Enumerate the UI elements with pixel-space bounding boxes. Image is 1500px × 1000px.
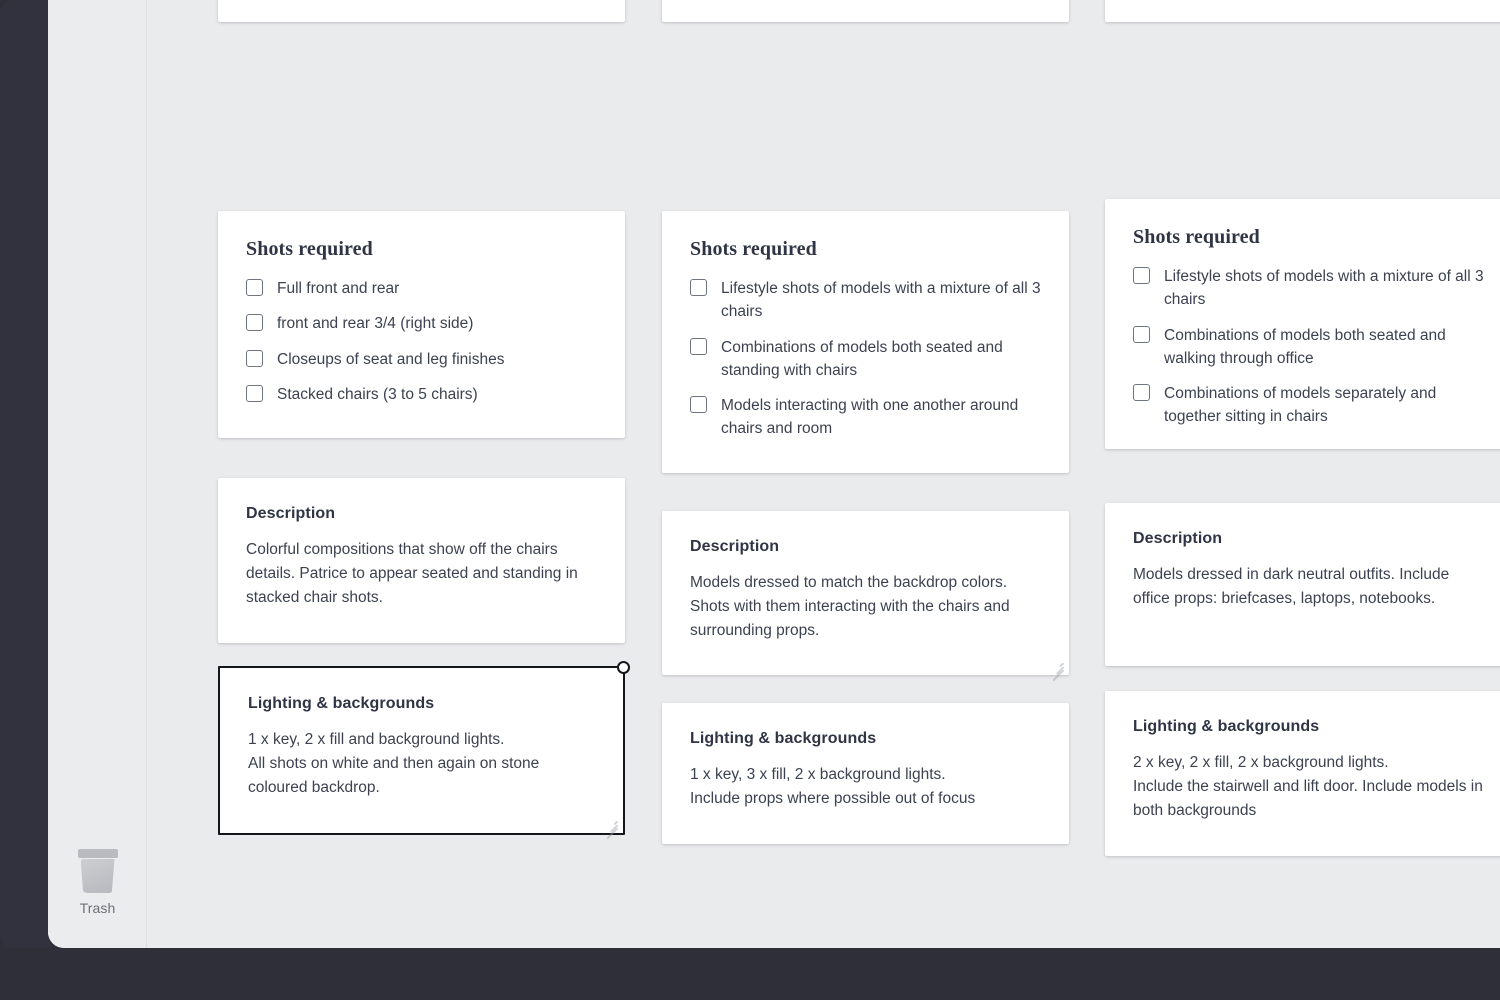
description-card[interactable]: Description Models dressed to match the … [662,511,1069,681]
checklist-item-label: Full front and rear [277,280,400,297]
checklist-item[interactable]: front and rear 3/4 (right side) [246,312,597,335]
app-window: Trash Shots required Full front and rear… [0,0,1500,948]
card-title: Shots required [1133,226,1260,248]
shots-checklist: Lifestyle shots of models with a mixture… [690,277,1041,441]
shots-required-card[interactable]: Shots required Lifestyle shots of models… [1105,199,1500,449]
card-title: Shots required [690,238,817,260]
checkbox[interactable] [690,396,707,413]
shots-checklist: Full front and rear front and rear 3/4 (… [246,277,597,406]
checklist-item[interactable]: Lifestyle shots of models with a mixture… [690,277,1041,324]
checklist-item-label: Lifestyle shots of models with a mixture… [721,280,1041,321]
card-title: Description [246,505,336,522]
checklist-item[interactable]: Models interacting with one another arou… [690,394,1041,441]
lighting-text: 1 x key, 3 x fill, 2 x background lights… [690,766,976,808]
thumbnail-caption: Moda Chair [662,0,1069,22]
thumbnail-card[interactable]: Pastel Red Room [1105,0,1500,22]
card-title: Description [690,538,780,555]
checklist-item[interactable]: Combinations of models both seated and w… [1133,324,1484,371]
checklist-item[interactable]: Combinations of models separately and to… [1133,382,1484,429]
checklist-item-label: Combinations of models both seated and s… [721,338,1003,379]
thumbnail-caption: Crown Chair [218,0,625,22]
checklist-item-label: Stacked chairs (3 to 5 chairs) [277,385,478,403]
checklist-item-label: Models interacting with one another arou… [721,397,1019,438]
lighting-backgrounds-card[interactable]: Lighting & backgrounds 2 x key, 2 x fill… [1105,691,1500,856]
thumbnail-caption: Pastel Red Room [1105,0,1500,22]
checkbox[interactable] [1133,267,1150,284]
card-title: Description [1133,530,1223,547]
resize-grip-icon[interactable] [604,815,618,839]
board-canvas[interactable]: Crown Chair Shots required Full front an… [148,0,1500,948]
shots-required-card[interactable]: Shots required Lifestyle shots of models… [662,211,1069,473]
checkbox[interactable] [246,314,263,332]
checklist-item[interactable]: Combinations of models both seated and s… [690,336,1041,383]
checklist-item[interactable]: Lifestyle shots of models with a mixture… [1133,265,1484,312]
checklist-item-label: Combinations of models both seated and w… [1164,326,1446,367]
thumbnail-card[interactable]: Crown Chair [218,0,625,22]
checklist-item[interactable]: Stacked chairs (3 to 5 chairs) [246,383,597,406]
checklist-item-label: front and rear 3/4 (right side) [277,315,474,333]
checklist-item[interactable]: Full front and rear [246,277,597,300]
card-title: Lighting & backgrounds [248,695,435,712]
shots-checklist: Lifestyle shots of models with a mixture… [1133,265,1484,429]
shots-required-card[interactable]: Shots required Full front and rear front… [218,211,625,438]
window-body: Trash Shots required Full front and rear… [48,0,1500,948]
left-sidebar: Trash [48,0,147,948]
selection-handle-top-right[interactable] [617,661,630,674]
checkbox[interactable] [246,384,263,402]
description-card[interactable]: Description Colorful compositions that s… [218,478,625,643]
checkbox[interactable] [246,279,263,296]
description-text: Models dressed in dark neutral outfits. … [1133,566,1450,608]
checkbox[interactable] [246,349,263,367]
checkbox[interactable] [690,337,707,355]
thumbnail-card[interactable]: Moda Chair [662,0,1069,22]
checklist-item[interactable]: Closeups of seat and leg finishes [246,348,597,371]
trash-icon [77,849,119,893]
checklist-item-label: Closeups of seat and leg finishes [277,350,505,368]
description-text: Colorful compositions that show off the … [246,541,578,607]
window-left-rail [0,0,50,948]
lighting-backgrounds-card[interactable]: Lighting & backgrounds 1 x key, 2 x fill… [218,661,630,839]
card-title: Lighting & backgrounds [1133,718,1320,735]
card-title: Shots required [246,238,373,260]
checkbox[interactable] [1133,384,1150,401]
checkbox[interactable] [690,279,707,296]
checklist-item-label: Combinations of models separately and to… [1164,385,1437,426]
description-text: Models dressed to match the backdrop col… [690,574,1010,640]
resize-grip-icon[interactable] [1050,657,1064,681]
lighting-backgrounds-card[interactable]: Lighting & backgrounds 1 x key, 3 x fill… [662,703,1069,844]
trash-label: Trash [79,900,116,916]
card-title: Lighting & backgrounds [690,730,877,747]
trash-button[interactable]: Trash [48,849,147,916]
lighting-text: 2 x key, 2 x fill, 2 x background lights… [1133,754,1483,820]
checklist-item-label: Lifestyle shots of models with a mixture… [1164,268,1484,309]
description-card[interactable]: Description Models dressed in dark neutr… [1105,503,1500,666]
lighting-text: 1 x key, 2 x fill and background lights.… [248,731,540,797]
checkbox[interactable] [1133,325,1150,343]
